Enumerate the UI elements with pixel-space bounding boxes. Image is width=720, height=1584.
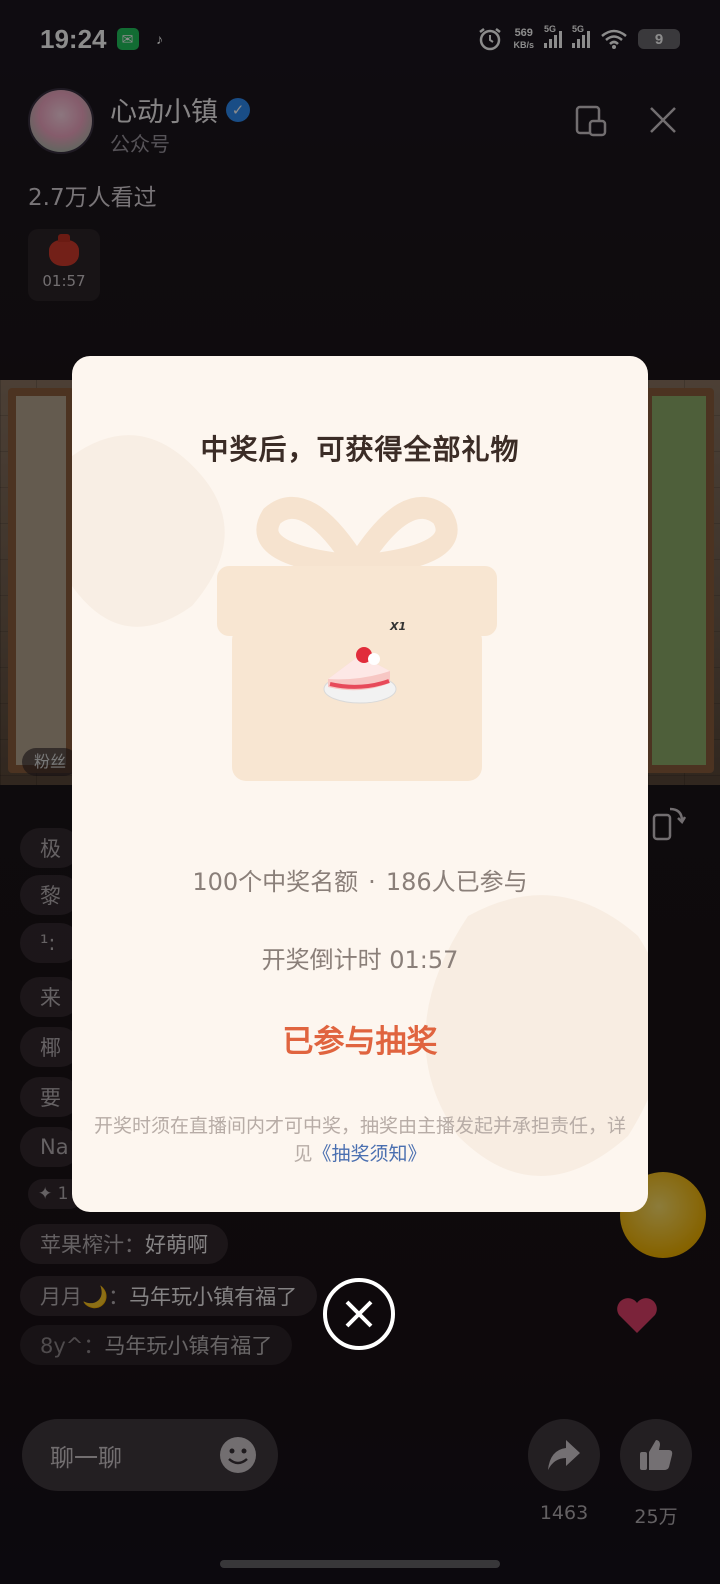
lottery-rules-link[interactable]: 《抽奖须知》 [313, 1143, 427, 1165]
participant-count: 186人已参与 [385, 868, 528, 896]
winner-quota: 100个中奖名额 [192, 868, 359, 896]
lottery-countdown: 开奖倒计时 01:57 [261, 946, 459, 974]
lottery-disclaimer: 开奖时须在直播间内才可中奖，抽奖由主播发起并承担责任，详见《抽奖须知》 [93, 1115, 626, 1165]
gift-quantity: X1 [390, 620, 407, 633]
joined-lottery-button[interactable]: 已参与抽奖 [72, 1016, 648, 1061]
close-icon [345, 1300, 373, 1328]
lottery-modal: 中奖后，可获得全部礼物 X1 100个中奖名额 · 186人已参与 开奖倒计时 01… [72, 356, 648, 1212]
modal-close-button[interactable] [323, 1278, 395, 1350]
lottery-quota: 100个中奖名额 · 186人已参与 [192, 868, 528, 896]
modal-title: 中奖后，可获得全部礼物 [200, 433, 520, 466]
cake-gift-icon [323, 647, 397, 704]
